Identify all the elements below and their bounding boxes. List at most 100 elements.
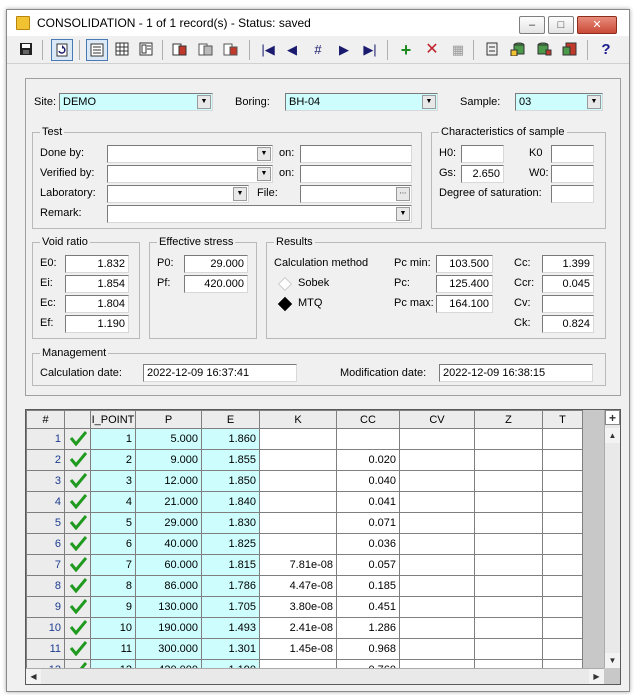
grid-cell-ipoint[interactable]: 7 xyxy=(90,554,136,576)
db-delete-icon[interactable] xyxy=(559,39,581,61)
row-number[interactable]: 8 xyxy=(26,575,65,597)
grid-header-cell[interactable]: CC xyxy=(336,410,400,429)
grid-cell-t[interactable] xyxy=(542,428,583,450)
minimize-button[interactable]: – xyxy=(519,16,545,34)
grid-cell-k[interactable]: 2.41e-08 xyxy=(259,617,337,639)
grid-cell-z[interactable] xyxy=(474,596,543,618)
scroll-down-icon[interactable]: ▼ xyxy=(605,653,620,668)
grid-cell-p[interactable]: 190.000 xyxy=(135,617,202,639)
list-view-icon[interactable] xyxy=(135,39,157,61)
grid-cell-z[interactable] xyxy=(474,512,543,534)
last-record-icon[interactable]: ▶| xyxy=(359,39,381,61)
grid-header-cell[interactable]: E xyxy=(201,410,260,429)
grid-cell-p[interactable]: 21.000 xyxy=(135,491,202,513)
scroll-right-icon[interactable]: ▶ xyxy=(589,669,604,684)
calc-date-field[interactable]: 2022-12-09 16:37:41 xyxy=(143,364,297,382)
cv-field[interactable] xyxy=(542,295,594,313)
grid-cell-t[interactable] xyxy=(542,596,583,618)
grid-cell-t[interactable] xyxy=(542,533,583,555)
pf-field[interactable]: 420.000 xyxy=(184,275,248,293)
grid-cell-z[interactable] xyxy=(474,449,543,471)
grid-cell-ipoint[interactable]: 8 xyxy=(90,575,136,597)
mod-date-field[interactable]: 2022-12-09 16:38:15 xyxy=(439,364,593,382)
table-row[interactable]: 4 4 21.000 1.840 0.041 xyxy=(26,491,583,513)
grid-cell-z[interactable] xyxy=(474,428,543,450)
laboratory-select[interactable]: ▼ xyxy=(107,185,249,203)
row-number[interactable]: 10 xyxy=(26,617,65,639)
grid-cell-cv[interactable] xyxy=(399,470,475,492)
options-icon[interactable] xyxy=(481,39,503,61)
db-add-icon[interactable] xyxy=(507,39,529,61)
help-icon[interactable]: ? xyxy=(595,39,617,61)
grid-cell-z[interactable] xyxy=(474,470,543,492)
grid-cell-p[interactable]: 12.000 xyxy=(135,470,202,492)
file-field[interactable]: ⋯ xyxy=(300,185,412,203)
grid-view-icon[interactable] xyxy=(111,39,133,61)
grid-header-cell[interactable]: CV xyxy=(399,410,475,429)
report-icon[interactable] xyxy=(169,39,191,61)
remark-select[interactable]: ▼ xyxy=(107,205,412,223)
close-button[interactable]: ✕ xyxy=(577,16,617,34)
ei-field[interactable]: 1.854 xyxy=(65,275,129,293)
grid-cell-cv[interactable] xyxy=(399,638,475,660)
table-row[interactable]: 1 1 5.000 1.860 xyxy=(26,428,583,450)
table-row[interactable]: 7 7 60.000 1.815 7.81e-08 0.057 xyxy=(26,554,583,576)
goto-record-icon[interactable]: # xyxy=(307,39,329,61)
grid-cell-e[interactable]: 1.786 xyxy=(201,575,260,597)
chevron-down-icon[interactable]: ▼ xyxy=(422,95,436,109)
maximize-button[interactable]: □ xyxy=(548,16,574,34)
sample-select[interactable]: 03 ▼ xyxy=(515,93,603,111)
form-view-icon[interactable] xyxy=(86,39,108,61)
row-number[interactable]: 9 xyxy=(26,596,65,618)
grid-cell-k[interactable]: 1.45e-08 xyxy=(259,638,337,660)
table-row[interactable]: 8 8 86.000 1.786 4.47e-08 0.185 xyxy=(26,575,583,597)
grid-cell-z[interactable] xyxy=(474,533,543,555)
grid-cell-cv[interactable] xyxy=(399,491,475,513)
k0-field[interactable] xyxy=(551,145,594,163)
ccr-field[interactable]: 0.045 xyxy=(542,275,594,293)
browse-icon[interactable]: ⋯ xyxy=(396,187,410,201)
chevron-down-icon[interactable]: ▼ xyxy=(197,95,211,109)
pcmin-field[interactable]: 103.500 xyxy=(436,255,493,273)
e0-field[interactable]: 1.832 xyxy=(65,255,129,273)
grid-cell-p[interactable]: 29.000 xyxy=(135,512,202,534)
grid-header-cell[interactable]: P xyxy=(135,410,202,429)
grid-cell-cc[interactable] xyxy=(336,428,400,450)
done-by-select[interactable]: ▼ xyxy=(107,145,273,163)
row-number[interactable]: 3 xyxy=(26,470,65,492)
grid-cell-e[interactable]: 1.301 xyxy=(201,638,260,660)
pcmax-field[interactable]: 164.100 xyxy=(436,295,493,313)
grid-cell-t[interactable] xyxy=(542,617,583,639)
grid-cell-t[interactable] xyxy=(542,554,583,576)
chevron-down-icon[interactable]: ▼ xyxy=(587,95,601,109)
grid-cell-e[interactable]: 1.493 xyxy=(201,617,260,639)
grid-cell-e[interactable]: 1.860 xyxy=(201,428,260,450)
grid-cell-cv[interactable] xyxy=(399,533,475,555)
grid-cell-k[interactable]: 4.47e-08 xyxy=(259,575,337,597)
grid-cell-k[interactable] xyxy=(259,470,337,492)
add-record-icon[interactable]: + xyxy=(395,39,417,61)
h0-field[interactable] xyxy=(461,145,504,163)
add-row-icon[interactable]: + xyxy=(605,410,620,425)
grid-cell-k[interactable]: 3.80e-08 xyxy=(259,596,337,618)
grid-cell-cv[interactable] xyxy=(399,554,475,576)
grid-cell-k[interactable] xyxy=(259,491,337,513)
grid-header-cell[interactable]: I_POINT xyxy=(90,410,136,429)
ck-field[interactable]: 0.824 xyxy=(542,315,594,333)
chevron-down-icon[interactable]: ▼ xyxy=(396,207,410,221)
grid-cell-p[interactable]: 9.000 xyxy=(135,449,202,471)
grid-cell-cc[interactable]: 0.071 xyxy=(336,512,400,534)
verified-on-field[interactable] xyxy=(300,165,412,183)
grid-cell-cc[interactable]: 1.286 xyxy=(336,617,400,639)
grid-cell-t[interactable] xyxy=(542,638,583,660)
data-grid[interactable]: # I_POINT P E K CC CV Z T 1 1 5.000 1.860 2 2 9.000 1.8… xyxy=(25,409,621,685)
chevron-down-icon[interactable]: ▼ xyxy=(257,147,271,161)
grid-cell-z[interactable] xyxy=(474,554,543,576)
grid-header-cell[interactable]: Z xyxy=(474,410,543,429)
grid-cell-ipoint[interactable]: 1 xyxy=(90,428,136,450)
boring-select[interactable]: BH-04 ▼ xyxy=(285,93,438,111)
grid-cell-k[interactable] xyxy=(259,428,337,450)
grid-cell-e[interactable]: 1.840 xyxy=(201,491,260,513)
copy-report-icon[interactable] xyxy=(195,39,217,61)
grid-cell-e[interactable]: 1.830 xyxy=(201,512,260,534)
